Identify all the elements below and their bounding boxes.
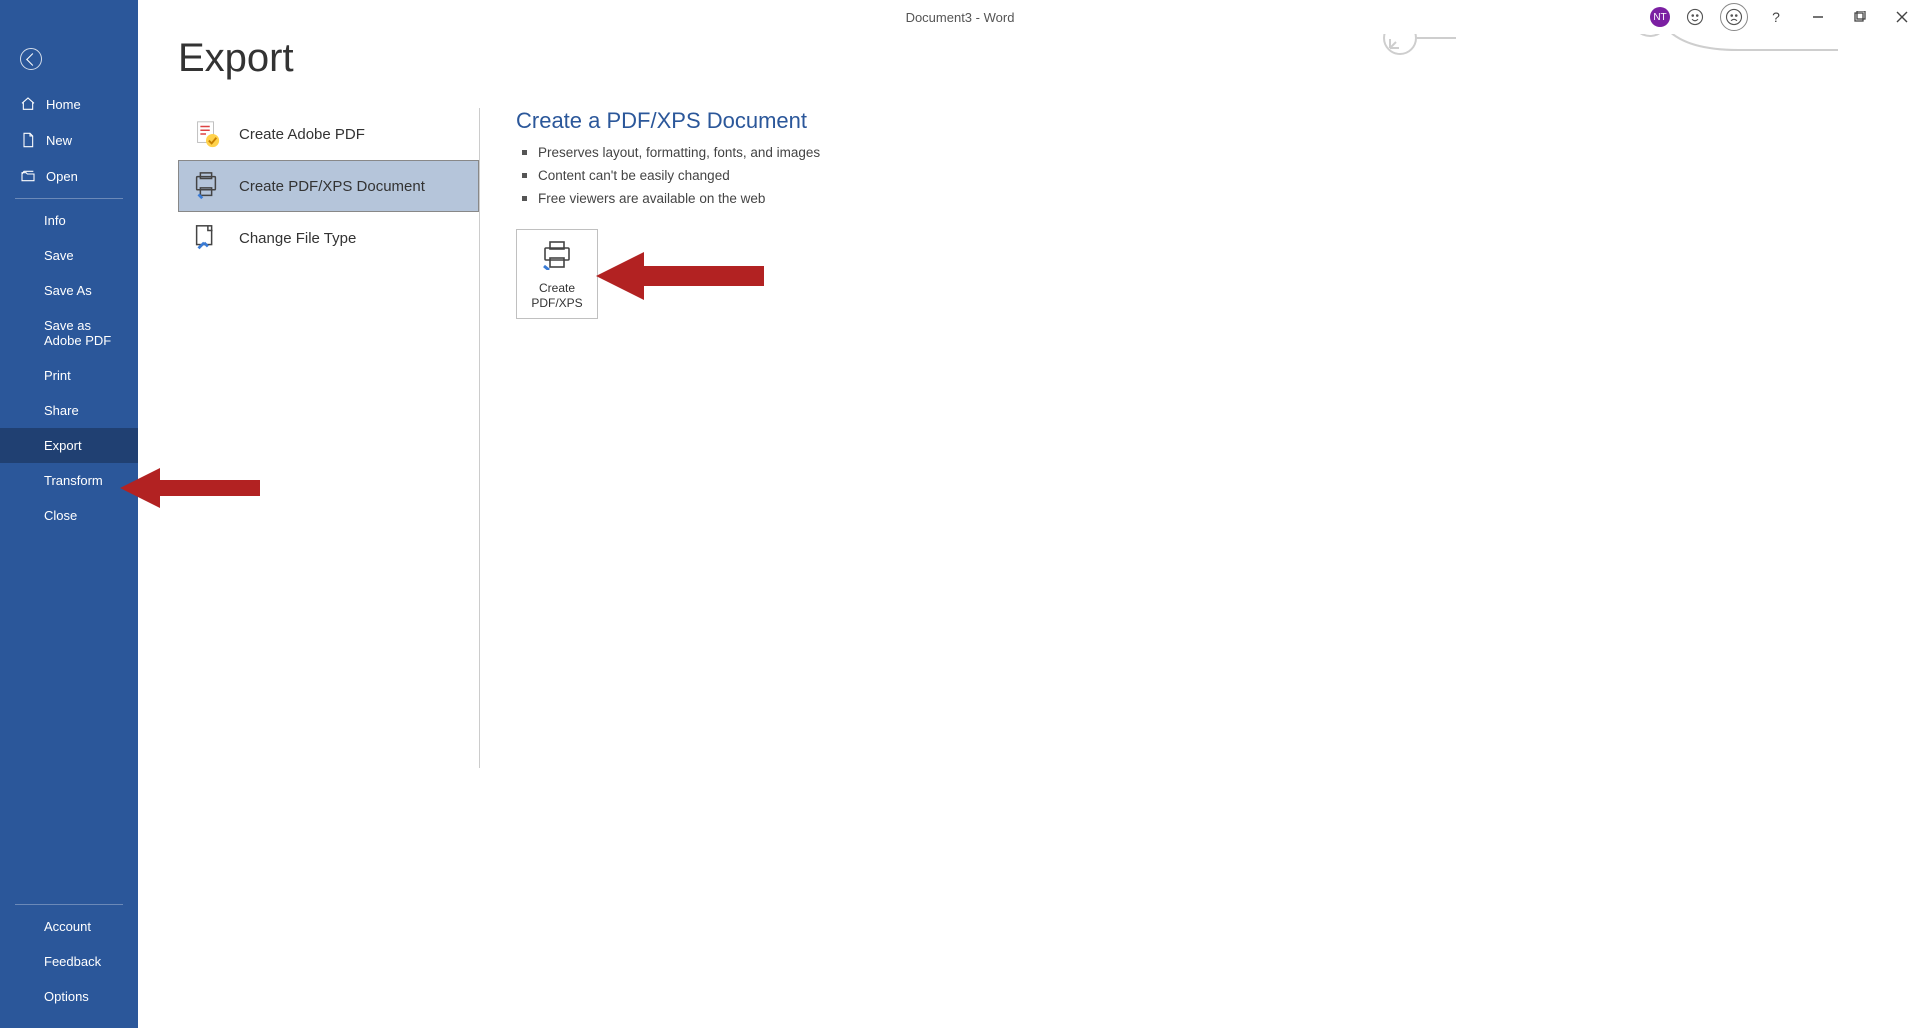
adobe-pdf-icon (191, 119, 221, 149)
sidebar-label: Print (44, 368, 71, 383)
sidebar-label: Open (46, 169, 78, 184)
backstage-sidebar: Home New Open Info Save Save As Save as … (0, 0, 138, 1028)
sidebar-label: Home (46, 97, 81, 112)
detail-bullet: Free viewers are available on the web (516, 188, 1880, 211)
sidebar-label: Save As (44, 283, 92, 298)
button-label-line2: PDF/XPS (531, 296, 582, 310)
home-icon (20, 96, 36, 112)
pdfxps-icon (191, 171, 221, 201)
sidebar-label: Save as Adobe PDF (44, 318, 126, 348)
document-title: Document3 - Word (906, 10, 1015, 25)
export-option-label: Create Adobe PDF (239, 126, 365, 143)
maximize-button[interactable] (1846, 3, 1874, 31)
detail-bullet: Preserves layout, formatting, fonts, and… (516, 142, 1880, 165)
sidebar-item-info[interactable]: Info (0, 203, 138, 238)
window-controls: NT ? (1650, 0, 1916, 34)
sidebar-label: Close (44, 508, 77, 523)
smile-icon[interactable] (1684, 6, 1706, 28)
main-content: Export Create Adobe PDF Create PDF/XPS D… (138, 0, 1920, 1028)
page-title: Export (178, 36, 294, 81)
new-doc-icon (20, 132, 36, 148)
close-button[interactable] (1888, 3, 1916, 31)
sidebar-label: Account (44, 919, 91, 934)
folder-open-icon (20, 168, 36, 184)
export-option-pdfxps[interactable]: Create PDF/XPS Document (178, 160, 479, 212)
sidebar-label: Options (44, 989, 89, 1004)
frown-icon[interactable] (1720, 3, 1748, 31)
sidebar-item-share[interactable]: Share (0, 393, 138, 428)
sidebar-label: Info (44, 213, 66, 228)
sidebar-label: Feedback (44, 954, 101, 969)
sidebar-item-home[interactable]: Home (0, 86, 138, 122)
sidebar-item-transform[interactable]: Transform (0, 463, 138, 498)
sidebar-item-export[interactable]: Export (0, 428, 138, 463)
back-button[interactable] (20, 48, 42, 70)
sidebar-item-new[interactable]: New (0, 122, 138, 158)
sidebar-item-open[interactable]: Open (0, 158, 138, 194)
sidebar-label: Save (44, 248, 74, 263)
help-button[interactable]: ? (1762, 3, 1790, 31)
sidebar-item-save-as[interactable]: Save As (0, 273, 138, 308)
detail-heading: Create a PDF/XPS Document (516, 108, 1880, 134)
sidebar-label: Export (44, 438, 82, 453)
user-avatar[interactable]: NT (1650, 7, 1670, 27)
export-option-adobe-pdf[interactable]: Create Adobe PDF (178, 108, 479, 160)
title-bar: Document3 - Word NT ? (0, 0, 1920, 34)
detail-bullet: Content can't be easily changed (516, 165, 1880, 188)
detail-bullet-list: Preserves layout, formatting, fonts, and… (516, 142, 1880, 211)
sidebar-item-save-adobe[interactable]: Save as Adobe PDF (0, 308, 138, 358)
sidebar-separator (15, 198, 123, 199)
export-option-label: Create PDF/XPS Document (239, 178, 425, 195)
sidebar-item-account[interactable]: Account (0, 909, 138, 944)
button-label-line1: Create (539, 281, 575, 295)
sidebar-label: New (46, 133, 72, 148)
sidebar-item-close[interactable]: Close (0, 498, 138, 533)
sidebar-item-feedback[interactable]: Feedback (0, 944, 138, 979)
sidebar-separator (15, 904, 123, 905)
sidebar-label: Share (44, 403, 79, 418)
change-filetype-icon (191, 223, 221, 253)
sidebar-item-print[interactable]: Print (0, 358, 138, 393)
create-pdfxps-button[interactable]: Create PDF/XPS (516, 229, 598, 319)
sidebar-item-save[interactable]: Save (0, 238, 138, 273)
export-option-label: Change File Type (239, 230, 356, 247)
export-option-list: Create Adobe PDF Create PDF/XPS Document… (178, 108, 480, 768)
export-detail-panel: Create a PDF/XPS Document Preserves layo… (516, 108, 1880, 319)
sidebar-item-options[interactable]: Options (0, 979, 138, 1014)
sidebar-label: Transform (44, 473, 103, 488)
export-option-change-type[interactable]: Change File Type (178, 212, 479, 264)
publish-icon (540, 240, 574, 273)
minimize-button[interactable] (1804, 3, 1832, 31)
